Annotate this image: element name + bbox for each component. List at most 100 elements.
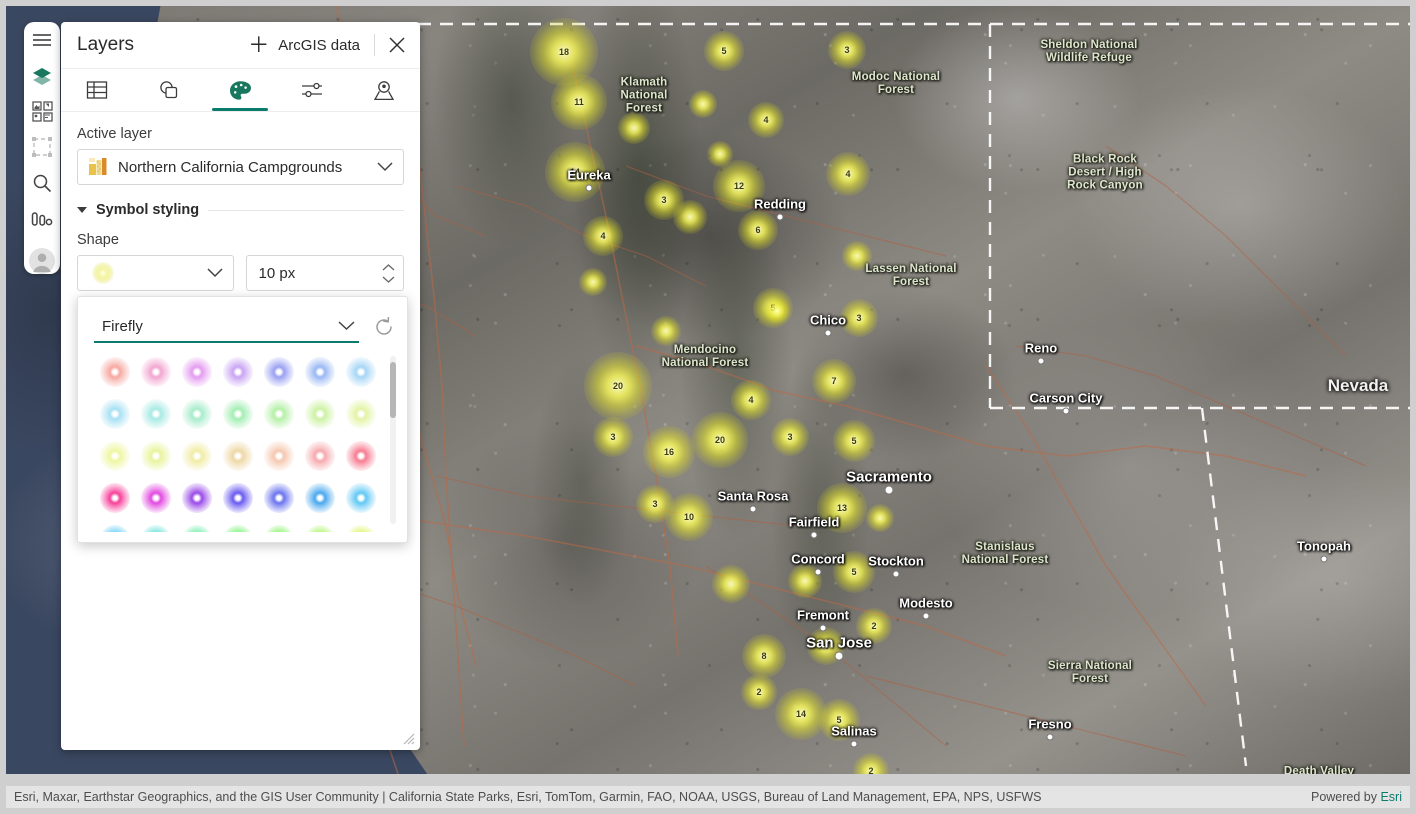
swatch-cell[interactable] (135, 399, 176, 429)
swatch-cell[interactable] (300, 399, 341, 429)
color-swatch[interactable] (264, 399, 295, 429)
swatch-cell[interactable] (341, 399, 382, 429)
color-swatch[interactable] (346, 441, 377, 471)
color-swatch[interactable] (181, 525, 212, 532)
map-point-marker[interactable]: 20 (692, 412, 748, 468)
shape-select[interactable] (77, 255, 234, 291)
map-point-marker[interactable]: 10 (665, 493, 713, 541)
hamburger-menu-icon[interactable] (29, 29, 55, 51)
swatch-cell[interactable] (300, 357, 341, 387)
swatch-cell[interactable] (94, 525, 135, 532)
symbol-size-input[interactable]: 10 px (245, 255, 404, 291)
color-swatch-grid[interactable] (94, 357, 382, 532)
swatch-cell[interactable] (135, 441, 176, 471)
map-point-marker[interactable]: 2 (741, 674, 777, 710)
map-point-marker[interactable] (579, 268, 607, 296)
map-point-marker[interactable]: 5 (833, 420, 875, 462)
search-icon[interactable] (29, 172, 55, 194)
color-swatch[interactable] (140, 357, 171, 387)
color-swatch[interactable] (346, 357, 377, 387)
swatch-cell[interactable] (300, 441, 341, 471)
swatch-cell[interactable] (135, 525, 176, 532)
map-point-marker[interactable]: 11 (551, 74, 607, 130)
swatch-cell[interactable] (176, 483, 217, 513)
color-swatch[interactable] (181, 399, 212, 429)
swatch-scrollbar[interactable] (390, 356, 396, 524)
swatch-cell[interactable] (94, 441, 135, 471)
color-swatch[interactable] (264, 441, 295, 471)
swatch-cell[interactable] (176, 525, 217, 532)
color-swatch[interactable] (346, 399, 377, 429)
swatch-cell[interactable] (135, 357, 176, 387)
map-point-marker[interactable]: 16 (643, 426, 695, 478)
tab-settings[interactable] (276, 69, 348, 111)
swatch-cell[interactable] (259, 525, 300, 532)
color-ramp-select[interactable]: Firefly (94, 311, 359, 343)
map-point-marker[interactable]: 20 (584, 352, 652, 420)
swatch-cell[interactable] (176, 399, 217, 429)
swatch-cell[interactable] (135, 483, 176, 513)
map-point-marker[interactable]: 4 (826, 152, 870, 196)
swatch-cell[interactable] (217, 483, 258, 513)
color-swatch[interactable] (99, 525, 130, 532)
layers-panel[interactable]: Layers ＋ ArcGIS data Active layer Northe… (61, 22, 420, 750)
add-arcgis-data-button[interactable]: ＋ ArcGIS data (248, 35, 360, 56)
select-area-icon[interactable] (29, 136, 55, 158)
map-point-marker[interactable] (618, 112, 650, 144)
powered-by-esri[interactable]: Powered by Esri (1311, 790, 1402, 804)
color-swatch[interactable] (222, 399, 253, 429)
color-swatch[interactable] (346, 525, 377, 532)
swatch-cell[interactable] (259, 357, 300, 387)
map-point-marker[interactable] (866, 504, 894, 532)
size-stepper[interactable] (382, 263, 395, 283)
swatch-cell[interactable] (94, 357, 135, 387)
color-swatch[interactable] (99, 483, 130, 513)
tab-location[interactable] (348, 69, 420, 111)
swatch-cell[interactable] (341, 357, 382, 387)
map-point-marker[interactable]: 3 (593, 417, 633, 457)
color-swatch[interactable] (305, 357, 336, 387)
tab-table[interactable] (61, 69, 133, 111)
swatch-cell[interactable] (217, 441, 258, 471)
swatch-cell[interactable] (94, 483, 135, 513)
color-swatch[interactable] (181, 441, 212, 471)
color-swatch[interactable] (264, 483, 295, 513)
swatch-cell[interactable] (176, 357, 217, 387)
color-swatch[interactable] (99, 441, 130, 471)
color-swatch[interactable] (264, 357, 295, 387)
map-point-marker[interactable] (689, 90, 717, 118)
reset-icon[interactable] (373, 316, 395, 338)
map-point-marker[interactable]: 7 (812, 359, 856, 403)
swatch-cell[interactable] (94, 399, 135, 429)
color-swatch[interactable] (222, 483, 253, 513)
map-point-marker[interactable]: 3 (771, 418, 809, 456)
map-point-marker[interactable]: 4 (748, 102, 784, 138)
swatch-cell[interactable] (341, 483, 382, 513)
swatch-cell[interactable] (217, 357, 258, 387)
swatch-cell[interactable] (259, 483, 300, 513)
map-point-marker[interactable]: 4 (731, 380, 771, 420)
swatch-cell[interactable] (217, 525, 258, 532)
swatch-cell[interactable] (176, 441, 217, 471)
color-swatch[interactable] (264, 525, 295, 532)
map-point-marker[interactable] (764, 298, 790, 324)
color-swatch[interactable] (181, 483, 212, 513)
panel-tabs[interactable] (61, 68, 420, 112)
close-icon[interactable] (388, 36, 406, 54)
avatar-icon[interactable] (29, 247, 55, 274)
color-swatch[interactable] (181, 357, 212, 387)
swatch-cell[interactable] (341, 441, 382, 471)
color-swatch[interactable] (99, 357, 130, 387)
color-swatch[interactable] (140, 525, 171, 532)
collapse-caret-icon[interactable] (77, 207, 87, 213)
map-point-marker[interactable]: 8 (742, 634, 786, 678)
swatch-cell[interactable] (341, 525, 382, 532)
scrollbar-thumb[interactable] (390, 362, 396, 418)
basemap-gallery-icon[interactable] (29, 101, 55, 123)
map-point-marker[interactable] (712, 565, 750, 603)
color-swatch[interactable] (222, 441, 253, 471)
swatch-cell[interactable] (217, 399, 258, 429)
map-point-marker[interactable]: 5 (704, 31, 744, 71)
left-toolbar[interactable] (24, 22, 60, 274)
tab-overlap[interactable] (133, 69, 205, 111)
